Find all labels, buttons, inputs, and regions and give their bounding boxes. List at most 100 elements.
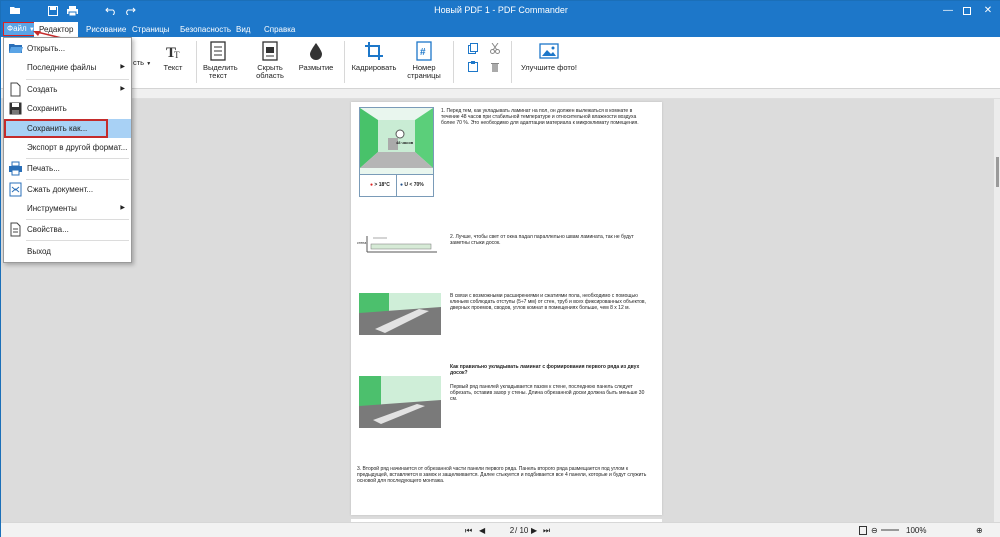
- humidity-label: U < 70%: [404, 182, 424, 188]
- menu-item-recent[interactable]: Последние файлы ▶: [4, 58, 131, 77]
- menu-item-tools[interactable]: Инструменты ▶: [4, 199, 131, 218]
- select-text-button[interactable]: Выделить текст: [203, 41, 238, 80]
- window-title: Новый PDF 1 - PDF Commander: [434, 5, 568, 15]
- improve-photo-label: Улучшите фото!: [521, 63, 577, 72]
- ribbon-separator: [196, 41, 197, 83]
- text-icon: TT: [163, 41, 183, 61]
- close-icon[interactable]: ✕: [979, 3, 997, 18]
- expansion-gap-illustration: [359, 293, 441, 335]
- svg-text:T: T: [174, 50, 180, 60]
- ribbon-toolbar: сть ▼ TT Текст Выделить текст Скрыть обл…: [1, 37, 1000, 89]
- tab-security[interactable]: Безопасность: [177, 22, 234, 37]
- page-number-button[interactable]: # Номер страницы: [407, 41, 441, 80]
- prev-page-icon[interactable]: ◀: [479, 526, 485, 535]
- app-window: Новый PDF 1 - PDF Commander — ✕ Файл ▼ Р…: [0, 0, 1000, 537]
- ribbon-separator: [453, 41, 454, 83]
- menu-item-save-label: Сохранить: [27, 104, 67, 113]
- text-label: Текст: [163, 63, 183, 72]
- menu-item-export[interactable]: Экспорт в другой формат...: [4, 138, 131, 157]
- blur-button[interactable]: Размытие: [298, 41, 334, 72]
- partial-label-text: сть: [133, 58, 145, 67]
- scissors-icon[interactable]: [489, 42, 501, 56]
- menu-tabs: Файл ▼ Редактор Рисование Страницы Безоп…: [1, 20, 1000, 37]
- menu-item-properties-label: Свойства...: [27, 225, 69, 234]
- menu-item-save[interactable]: Сохранить: [4, 99, 131, 118]
- menu-item-properties[interactable]: Свойства...: [4, 220, 131, 239]
- submenu-arrow-icon: ▶: [120, 86, 125, 92]
- menu-item-create[interactable]: Создать ▶: [4, 80, 131, 99]
- hours-label: 48 часов: [396, 140, 414, 145]
- hide-area-button[interactable]: Скрыть область: [254, 41, 286, 80]
- select-text-label-2: текст: [208, 71, 228, 80]
- menu-item-exit[interactable]: Выход: [4, 242, 131, 261]
- ribbon-separator: [511, 41, 512, 83]
- maximize-icon[interactable]: [958, 3, 976, 18]
- ribbon-partial-label: сть ▼: [133, 59, 151, 68]
- hide-area-icon: [260, 41, 280, 61]
- minimize-icon[interactable]: —: [939, 3, 957, 18]
- zoom-out-icon[interactable]: ⊖: [871, 526, 878, 535]
- submenu-arrow-icon: ▶: [120, 205, 125, 211]
- dropdown-arrow-icon: ▼: [146, 61, 152, 67]
- menu-item-compress-label: Сжать документ...: [27, 185, 94, 194]
- temperature-label: > 18°C: [374, 182, 390, 188]
- next-page-icon[interactable]: ▶: [531, 526, 537, 535]
- menu-item-print-label: Печать...: [27, 164, 60, 173]
- tab-view[interactable]: Вид: [233, 22, 253, 37]
- paragraph-4: Первый ряд панелей укладывается пазом к …: [450, 384, 645, 403]
- crop-icon: [364, 41, 384, 61]
- first-page-icon[interactable]: ⏮: [465, 526, 472, 536]
- ribbon-bottom-strip: [1, 89, 1000, 99]
- menu-item-open-label: Открыть...: [27, 44, 66, 53]
- floor-profile-illustration: стена: [357, 234, 439, 256]
- ribbon-separator: [344, 41, 345, 83]
- wall-label: стена: [357, 241, 367, 245]
- humidity-cell: ● U < 70%: [397, 174, 433, 196]
- save-icon: [8, 101, 23, 116]
- single-page-view-icon[interactable]: [859, 526, 867, 537]
- new-document-icon: [8, 82, 23, 97]
- page-number-icon: #: [414, 41, 434, 61]
- first-row-illustration: [359, 376, 441, 428]
- blur-drop-icon: [306, 41, 326, 61]
- delete-icon[interactable]: [489, 61, 501, 74]
- zoom-level: 100%: [906, 526, 927, 535]
- print-icon: [8, 161, 23, 176]
- crop-label: Кадрировать: [351, 63, 397, 72]
- menu-item-compress[interactable]: Сжать документ...: [4, 180, 131, 199]
- tab-help[interactable]: Справка: [261, 22, 298, 37]
- blur-label: Размытие: [298, 63, 334, 72]
- zoom-slider[interactable]: [881, 529, 899, 531]
- pdf-page[interactable]: 48 часов ● > 18°C ● U < 70% 1. Перед тем…: [351, 102, 662, 515]
- compress-icon: [8, 182, 23, 197]
- crop-button[interactable]: Кадрировать: [351, 41, 397, 72]
- menu-divider: [26, 240, 129, 241]
- temperature-cell: ● > 18°C: [360, 174, 397, 196]
- improve-photo-button[interactable]: Улучшите фото!: [521, 41, 577, 72]
- hide-area-label-2: область: [256, 71, 284, 80]
- menu-item-recent-label: Последние файлы: [27, 63, 97, 72]
- menu-item-print[interactable]: Печать...: [4, 159, 131, 178]
- menu-item-exit-label: Выход: [27, 247, 51, 256]
- copy-icon[interactable]: [467, 43, 479, 56]
- zoom-in-icon[interactable]: ⊕: [976, 526, 983, 535]
- text-button[interactable]: TT Текст: [160, 41, 186, 72]
- svg-text:#: #: [420, 47, 426, 58]
- scrollbar-thumb[interactable]: [996, 157, 999, 187]
- title-bar: Новый PDF 1 - PDF Commander — ✕: [1, 1, 1000, 20]
- menu-item-open[interactable]: Открыть...: [4, 39, 131, 58]
- vertical-scrollbar[interactable]: [994, 99, 1000, 522]
- last-page-icon[interactable]: ⏭: [543, 526, 550, 536]
- menu-item-tools-label: Инструменты: [27, 204, 77, 213]
- menu-item-create-label: Создать: [27, 85, 58, 94]
- properties-icon: [8, 222, 23, 237]
- page-number-label-2: страницы: [407, 71, 441, 80]
- open-folder-icon: [8, 41, 23, 56]
- tab-file-label: Файл: [7, 24, 27, 33]
- select-text-icon: [208, 41, 228, 61]
- humidity-drop-icon: ●: [400, 182, 404, 188]
- tab-pages[interactable]: Страницы: [129, 22, 173, 37]
- menu-item-export-label: Экспорт в другой формат...: [27, 143, 128, 152]
- paste-icon[interactable]: [467, 61, 479, 74]
- status-bar: ⏮ ◀ 2 / 10 ▶ ⏭ ⊖ 100% ⊕: [1, 522, 1000, 537]
